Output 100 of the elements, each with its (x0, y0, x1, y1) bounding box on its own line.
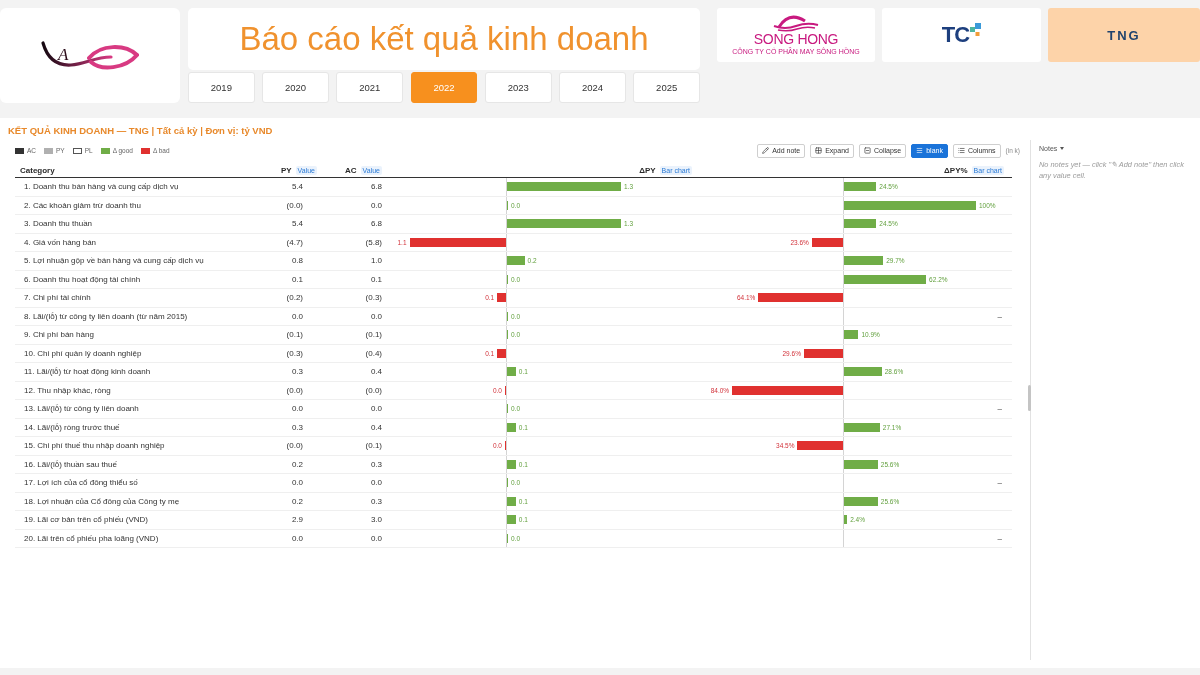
value-cell-text: 0.1 (369, 273, 383, 286)
year-tab[interactable]: 2019 (188, 72, 255, 103)
change-bar (507, 459, 516, 469)
value-cell-text: 1.0 (369, 255, 383, 268)
empty-value: – (997, 311, 1003, 321)
change-bar (497, 293, 506, 303)
column-header: Category (20, 165, 55, 175)
year-tab[interactable]: 2025 (633, 72, 701, 103)
value-cell-text: 0.0 (290, 477, 304, 490)
value-cell-text: 0.2 (290, 458, 304, 471)
value-cell-text: 0.3 (369, 458, 383, 471)
category-cell-text: 8. Lãi/(lỗ) từ công ty liên doanh (từ năm 2015) (23, 310, 189, 323)
change-percent-bar (844, 330, 859, 340)
change-bar (497, 348, 506, 358)
value-cell-text: 0.2 (290, 495, 304, 508)
caret-icon[interactable] (1060, 147, 1065, 150)
resize-handle[interactable] (1028, 385, 1031, 411)
change-percent-bar (797, 441, 843, 451)
minus-square-icon (863, 147, 871, 154)
grid-icon (815, 147, 823, 154)
change-bar (507, 256, 525, 266)
value-cell-text: (0.0) (285, 384, 304, 397)
category-cell-text: 10. Chi phí quản lý doanh nghiệp (23, 347, 143, 360)
value-cell-text: (0.2) (285, 292, 304, 305)
value-cell-text: 0.0 (369, 199, 383, 212)
value-cell-text: 0.0 (369, 403, 383, 416)
value-cell-text: 0.8 (290, 255, 304, 268)
menu-icon (916, 147, 924, 154)
squares-icon (969, 23, 982, 37)
list-icon (957, 147, 965, 154)
value-cell-text: (4.7) (285, 236, 304, 249)
change-percent-bar (844, 422, 880, 432)
empty-value: – (997, 533, 1003, 543)
value-cell-text: 3.0 (369, 514, 383, 527)
value-cell-text: (0.3) (364, 292, 383, 305)
value-cell-text: (0.1) (364, 329, 383, 342)
value-cell-text: (0.0) (285, 440, 304, 453)
category-cell-text: 14. Lãi/(lỗ) ròng trước thuế (23, 421, 121, 434)
category-cell-text: 7. Chi phí tài chính (23, 292, 92, 305)
change-percent-bar (844, 515, 848, 525)
value-cell-text: 0.1 (290, 273, 304, 286)
year-tab[interactable]: 2021 (336, 72, 404, 103)
value-cell-text: 0.0 (290, 310, 304, 323)
category-cell-text: 17. Lợi ích của cổ đông thiểu số (23, 477, 139, 490)
year-tab[interactable]: 2024 (559, 72, 626, 103)
category-cell-text: 19. Lãi cơ bản trên cổ phiếu (VND) (23, 514, 149, 527)
year-tab[interactable]: 2023 (484, 72, 552, 103)
category-cell-text: 5. Lợi nhuận gộp về bán hàng và cung cấp dịch vụ (23, 255, 205, 268)
value-cell-text: 5.4 (290, 181, 304, 194)
value-cell-text: (0.4) (364, 347, 383, 360)
category-cell-text: 3. Doanh thu thuần (23, 218, 94, 231)
change-percent-bar (811, 237, 843, 247)
change-percent-bar (844, 219, 877, 229)
value-cell-text: (0.1) (285, 329, 304, 342)
value-cell-text: 0.0 (369, 477, 383, 490)
value-cell-text: 0.0 (369, 310, 383, 323)
value-cell-text: (0.0) (364, 384, 383, 397)
report-title: Báo cáo kết quả kinh doanh (239, 20, 649, 58)
value-cell-text: (0.0) (285, 199, 304, 212)
change-percent-bar (844, 459, 878, 469)
category-cell-text: 6. Doanh thu hoạt động tài chính (23, 273, 142, 286)
value-cell-text: 0.0 (290, 403, 304, 416)
value-cell-text: 5.4 (290, 218, 304, 231)
column-header: AC (345, 165, 357, 175)
value-cell-text: 0.3 (290, 421, 304, 434)
column-header: PY (280, 165, 292, 175)
company-logo-tile[interactable]: TNG (1048, 8, 1200, 62)
change-bar (507, 496, 516, 506)
category-cell-text: 16. Lãi/(lỗ) thuần sau thuế (23, 458, 118, 471)
value-cell-text: 2.9 (290, 514, 304, 527)
waves-icon (773, 14, 819, 32)
company-logo-tile[interactable]: TC (882, 8, 1041, 62)
brand-logo: A (41, 38, 139, 73)
change-bar (507, 515, 516, 525)
year-tab[interactable]: 2020 (262, 72, 329, 103)
section-title: KẾT QUẢ KINH DOANH — TNG | Tất cả kỳ | Đơn vị: tỷ VND (8, 124, 274, 137)
column-header: ΔPY% (944, 165, 968, 175)
category-cell-text: 12. Thu nhập khác, ròng (23, 384, 112, 397)
category-cell-text: 1. Doanh thu bán hàng và cung cấp dịch vụ (23, 181, 180, 194)
value-cell-text: (0.3) (285, 347, 304, 360)
value-cell-text: 0.3 (369, 495, 383, 508)
change-percent-bar (844, 496, 878, 506)
change-percent-bar (844, 182, 877, 192)
change-bar (507, 367, 516, 377)
category-cell-text: 15. Chi phí thuế thu nhập doanh nghiệp (23, 440, 166, 453)
change-percent-bar (844, 256, 884, 266)
value-cell-text: 0.3 (290, 366, 304, 379)
change-percent-bar (803, 348, 843, 358)
category-cell-text: 18. Lợi nhuận của Cổ đông của Công ty mẹ (23, 495, 181, 508)
column-header: ΔPY (639, 165, 656, 175)
value-cell-text: 6.8 (369, 218, 383, 231)
category-cell-text: 2. Các khoản giảm trừ doanh thu (23, 199, 142, 212)
empty-value: – (997, 404, 1003, 414)
category-cell-text: 13. Lãi/(lỗ) từ công ty liên doanh (23, 403, 140, 416)
value-cell-text: 0.4 (369, 421, 383, 434)
category-cell-text: 4. Giá vốn hàng bán (23, 236, 98, 249)
pencil-icon (762, 147, 770, 154)
value-cell-text: 6.8 (369, 181, 383, 194)
value-cell-text: (5.8) (364, 236, 383, 249)
category-cell-text: 11. Lãi/(lỗ) từ hoạt động kinh doanh (23, 366, 152, 379)
